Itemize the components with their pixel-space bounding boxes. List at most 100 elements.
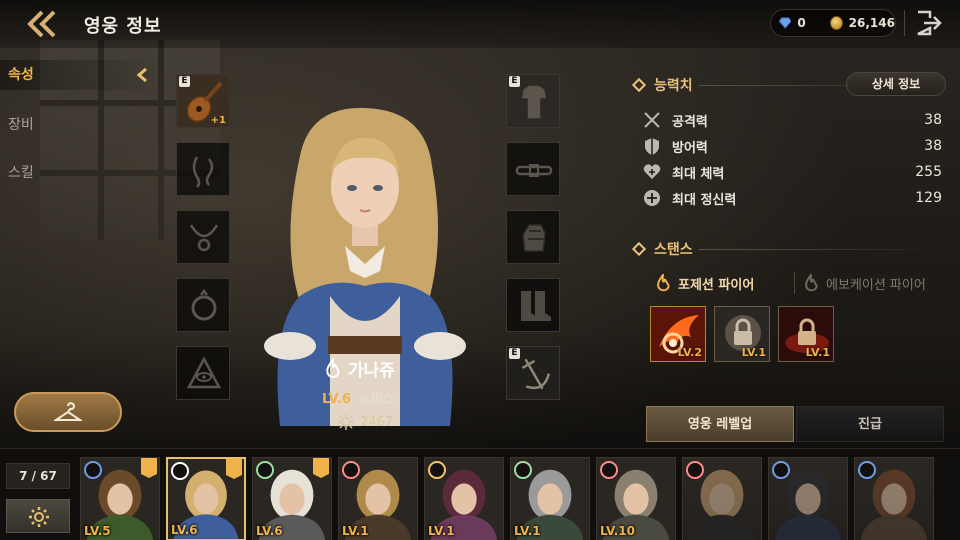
hero-card[interactable]: LV.6 [166,457,246,540]
element-icon [514,461,532,479]
heart-icon [643,164,661,179]
roster-settings-button[interactable] [6,499,70,533]
tab-evocation-fire[interactable]: 에보케이션 파이어 [802,270,926,296]
element-icon [428,461,446,479]
hero-card[interactable]: LV.1 [338,457,418,540]
belt-icon [515,164,553,177]
tab-skills[interactable]: 스킬 [0,158,160,188]
equip-slot-accessory[interactable]: E [506,346,560,400]
combat-power-icon [338,414,354,430]
equip-slot-belt[interactable] [506,142,560,196]
swords-icon [644,112,660,128]
element-icon [84,461,102,479]
stance-tab-divider [794,272,795,294]
skill-slot-1[interactable]: LV.2 [650,306,706,362]
equipped-badge: E [509,76,520,87]
element-icon [342,461,360,479]
tab-label: 장비 [8,117,34,133]
stat-value: 38 [924,112,942,128]
fire-stance-icon [657,274,670,292]
earring-icon [192,156,214,188]
stance-tab-label: 에보케이션 파이어 [826,277,926,293]
hanger-icon [54,402,82,421]
detail-info-button[interactable]: 상세 정보 [846,72,946,96]
tab-possession-fire[interactable]: 포제션 파이어 [654,270,754,296]
boots-icon [521,291,551,321]
back-button[interactable] [26,8,60,40]
stat-label: 최대 체력 [672,166,725,182]
spirit-icon [644,190,660,206]
gear-icon [29,507,49,527]
skill-level: LV.1 [741,346,766,359]
hero-level-row: LV.6 노비스 [322,388,395,407]
gold-count: 26,146 [848,16,895,30]
exit-button[interactable] [912,8,944,38]
hero-info-screen: 영웅 정보 0 26,146 속성 장비 스킬 E +1 E E 가나쥬 LV.… [0,0,960,540]
equip-slot-earring[interactable] [176,142,230,196]
equip-slot-sigil[interactable] [176,346,230,400]
hero-level: LV.6 [322,392,351,407]
skill-level: LV.2 [677,346,702,359]
ring-icon [191,288,217,321]
enhance-level: +1 [210,115,226,126]
stat-value: 38 [924,138,942,154]
chevron-left-icon [136,68,147,82]
element-icon [256,461,274,479]
stat-row-attack: 공격력 38 [642,108,942,132]
rank-crest-icon [226,459,242,479]
gold-coin-icon [830,16,843,30]
equip-slot-gloves[interactable] [506,210,560,264]
skill-slot-2[interactable]: LV.1 [714,306,770,362]
equip-slot-boots[interactable] [506,278,560,332]
exit-icon [917,10,942,36]
hero-card[interactable]: LV.6 [252,457,332,540]
header-divider [904,10,905,36]
rank-crest-icon [141,458,157,478]
hero-card[interactable]: LV.1 [424,457,504,540]
page-title: 영웅 정보 [84,16,162,37]
gauntlet-icon [522,224,546,252]
tab-label: 속성 [8,67,34,83]
hero-card[interactable] [682,457,762,540]
hero-card[interactable] [854,457,934,540]
equip-slot-weapon[interactable]: E +1 [176,74,230,128]
promote-button[interactable]: 진급 [796,406,944,442]
element-icon [772,461,790,479]
element-icon [858,461,876,479]
diamond-icon [631,77,647,93]
costume-button[interactable] [14,392,122,432]
stat-row-max-hp: 최대 체력 255 [642,160,942,184]
stat-row-max-spirit: 최대 정신력 129 [642,186,942,210]
tab-attributes[interactable]: 속성 [0,60,160,90]
stat-label: 방어력 [672,140,708,156]
element-icon [171,462,189,480]
combat-power-row: 2467 [338,414,393,430]
gem-icon [779,17,792,29]
tab-equipment[interactable]: 장비 [0,110,160,140]
hero-rank: 노비스 [359,392,395,407]
hero-card[interactable]: LV.1 [510,457,590,540]
skill-level: LV.1 [805,346,830,359]
equipped-badge: E [509,348,520,359]
stat-row-defense: 방어력 38 [642,134,942,158]
equip-slot-necklace[interactable] [176,210,230,264]
stance-tab-label: 포제션 파이어 [678,277,755,293]
hero-card[interactable]: LV.5 [80,457,160,540]
spirit-element-icon [326,357,340,378]
equip-slot-armor[interactable]: E [506,74,560,128]
stat-value: 129 [915,190,942,206]
hero-name: 가나쥬 [348,361,395,381]
currency-display: 0 26,146 [770,9,896,37]
skill-slot-3[interactable]: LV.1 [778,306,834,362]
hero-card[interactable] [768,457,848,540]
stance-section-title: 스탠스 [654,242,693,258]
equipped-badge: E [179,76,190,87]
hero-card-level: LV.6 [171,523,198,537]
element-icon [686,461,704,479]
stat-label: 최대 정신력 [672,192,737,208]
equip-slot-ring[interactable] [176,278,230,332]
hero-level-up-button[interactable]: 영웅 레벨업 [646,406,794,442]
hero-card[interactable]: LV.10 [596,457,676,540]
stats-section-title: 능력치 [654,78,693,94]
stat-value: 255 [915,164,942,180]
